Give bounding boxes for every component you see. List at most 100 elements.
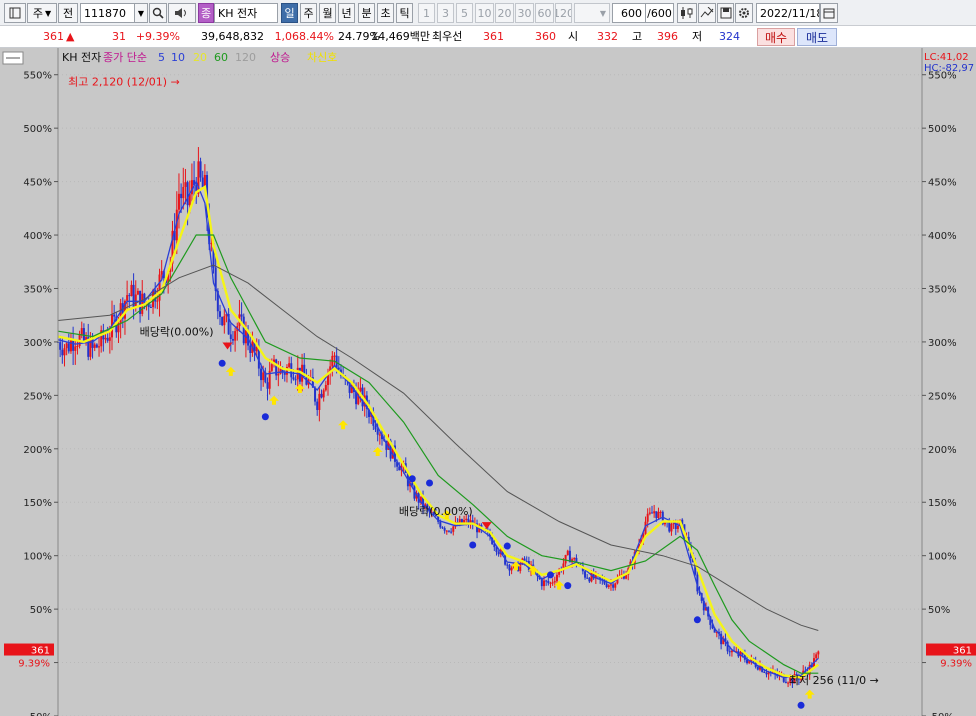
y-tick-label-right: 200% xyxy=(928,445,957,456)
prev-button[interactable]: 전 xyxy=(58,3,78,23)
candle-body xyxy=(89,338,92,357)
interval-button-30-label: 30 xyxy=(517,6,532,20)
crosshair-tool-icon[interactable] xyxy=(698,3,716,23)
open-label: 시 xyxy=(568,30,579,43)
candle-body xyxy=(728,651,731,653)
code-dropdown-button[interactable]: ▼ xyxy=(134,3,148,23)
stock-name-field[interactable]: KH 전자 xyxy=(214,3,278,23)
candle-body xyxy=(508,565,511,571)
candle-body xyxy=(324,384,327,391)
sell-button[interactable]: 매도 xyxy=(797,28,837,46)
candle-body xyxy=(72,340,75,351)
candle-body xyxy=(333,355,336,357)
tab-period-minute-label: 분 xyxy=(361,7,372,20)
signal-down-marker xyxy=(218,359,226,367)
tab-period-tick[interactable]: 틱 xyxy=(396,3,413,23)
tab-period-week[interactable]: 주 xyxy=(300,3,317,23)
candle-body xyxy=(784,681,787,683)
buy-button[interactable]: 매수 xyxy=(757,28,795,46)
candle-body xyxy=(359,387,362,392)
legend-ma60: 60 xyxy=(214,51,228,64)
candle-body xyxy=(657,511,660,519)
candle-body xyxy=(130,284,133,297)
chart-menu-icon[interactable] xyxy=(4,3,26,23)
candle-body xyxy=(149,307,152,309)
signal-down-marker xyxy=(408,475,416,483)
tab-period-month[interactable]: 월 xyxy=(319,3,336,23)
date-input[interactable]: 2022/11/18 xyxy=(756,3,820,23)
gear-icon[interactable] xyxy=(735,3,753,23)
volume: 39,648,832 xyxy=(201,30,264,43)
search-icon[interactable] xyxy=(149,3,167,23)
interval-button-3[interactable]: 3 xyxy=(437,3,454,23)
stock-name: KH 전자 xyxy=(218,7,258,20)
interval-custom-select[interactable]: ▼ xyxy=(574,3,610,23)
annotation-text: 최고 2,120 (12/01) → xyxy=(68,75,180,88)
candle-body xyxy=(668,521,671,532)
legend-up-label: 상승 xyxy=(270,51,290,64)
candle-body xyxy=(201,177,204,188)
candle-body xyxy=(584,571,587,578)
candle-type-icon[interactable] xyxy=(677,3,697,23)
candle-body xyxy=(106,337,109,341)
calendar-icon[interactable] xyxy=(820,3,838,23)
y-tick-label-right: 450% xyxy=(928,178,957,189)
count-total-label: /600 xyxy=(647,6,672,20)
candle-body xyxy=(234,331,237,341)
save-icon[interactable] xyxy=(717,3,734,23)
interval-button-30[interactable]: 30 xyxy=(515,3,534,23)
candle-body xyxy=(586,577,589,579)
candle-body xyxy=(465,518,468,520)
signal-down-marker xyxy=(797,701,805,709)
high-price: 396 xyxy=(657,30,678,43)
y-tick-label-left: 350% xyxy=(23,284,52,295)
candle-body xyxy=(460,519,463,523)
interval-button-1[interactable]: 1 xyxy=(418,3,435,23)
candle-body xyxy=(95,344,98,348)
candle-body xyxy=(497,551,500,555)
candle-body xyxy=(648,512,651,514)
price-chart[interactable]: KH 전자 종가 단순 5 10 20 60 120 상승 차신호 최고 2,1… xyxy=(0,48,976,716)
candle-body xyxy=(67,343,70,352)
interval-button-5[interactable]: 5 xyxy=(456,3,473,23)
signal-up-marker xyxy=(804,689,815,699)
y-tick-label-left: 50% xyxy=(30,605,52,616)
current-price-label-left: 361 xyxy=(31,646,50,657)
candle-body xyxy=(292,377,295,380)
tab-period-second-label: 초 xyxy=(380,7,391,20)
candle-body xyxy=(98,346,101,348)
candle-body xyxy=(551,582,554,584)
interval-button-10-label: 10 xyxy=(477,6,492,20)
candle-body xyxy=(450,531,453,533)
market-select[interactable]: 주 ▼ xyxy=(27,3,57,23)
candle-body xyxy=(573,557,576,560)
interval-button-60[interactable]: 60 xyxy=(535,3,554,23)
candle-body xyxy=(566,550,569,555)
candle-body xyxy=(262,372,265,381)
tab-period-day[interactable]: 일 xyxy=(281,3,298,23)
tab-period-year[interactable]: 년 xyxy=(338,3,355,23)
interval-button-20[interactable]: 20 xyxy=(495,3,514,23)
chevron-down-icon: ▼ xyxy=(44,8,52,18)
y-tick-label-right: 150% xyxy=(928,498,957,509)
tab-period-second[interactable]: 초 xyxy=(377,3,394,23)
interval-button-10[interactable]: 10 xyxy=(475,3,494,23)
candle-body xyxy=(318,393,321,410)
sound-icon[interactable] xyxy=(168,3,196,23)
legend-ma-label: 종가 단순 xyxy=(103,51,147,64)
candle-body xyxy=(815,654,818,659)
y-tick-label-right: 350% xyxy=(928,284,957,295)
candle-body xyxy=(510,567,513,571)
best-ask: 361 xyxy=(483,30,504,43)
y-tick-label-right: 400% xyxy=(928,231,957,242)
signal-up-marker xyxy=(225,366,236,376)
tab-period-minute[interactable]: 분 xyxy=(358,3,375,23)
best-quote-label: 최우선 xyxy=(432,30,463,43)
interval-button-120[interactable]: 120 xyxy=(555,3,572,23)
legend-signal-label: 차신호 xyxy=(307,51,337,64)
candle-body xyxy=(249,345,252,353)
candle-body xyxy=(445,530,448,532)
candle-body xyxy=(270,364,273,371)
candle-body xyxy=(463,519,466,523)
count-input[interactable]: 600 xyxy=(612,3,646,23)
